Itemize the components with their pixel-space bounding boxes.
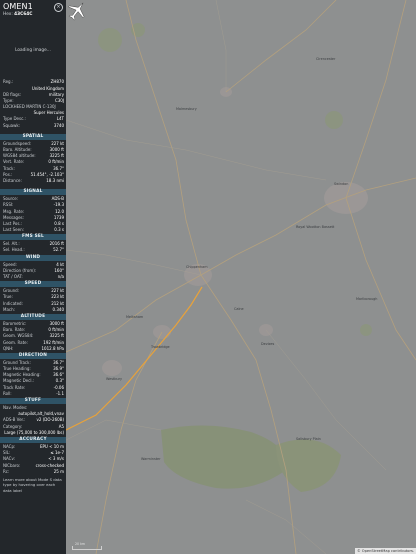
accuracy-field-label[interactable]: Rc:	[3, 469, 9, 475]
photo-loading-text: Loading image...	[15, 47, 51, 53]
basic-info-label[interactable]: Reg.:	[3, 79, 13, 85]
spatial-field-value: 18.3 nmi	[46, 177, 64, 183]
section-stuff: STUFF Nav. Modes: autopilot,alt_hold,vna…	[0, 398, 66, 436]
hex-label: Hex:	[3, 12, 13, 17]
section-header-direction[interactable]: DIRECTION	[0, 352, 66, 359]
signal-field-label[interactable]: Last Seen:	[3, 227, 24, 233]
aircraft-marker-icon[interactable]	[66, 0, 88, 22]
basic-info-value: C30J	[54, 97, 64, 103]
section-spatial: SPATIAL Groundspeed: 227 kt Baro. Altitude…	[0, 133, 66, 184]
aircraft-info-sidebar: OMEN1 Hex: 43C64C × Loading image... Reg…	[0, 0, 66, 554]
basic-info-label[interactable]: Squawk:	[3, 123, 20, 129]
close-icon[interactable]: ×	[54, 3, 63, 12]
hex-value[interactable]: 43C64C	[14, 12, 32, 17]
place-label: Westbury	[106, 377, 122, 381]
section-header-spatial[interactable]: SPATIAL	[0, 133, 66, 140]
scale-label: 20 km	[75, 542, 86, 546]
section-header-altitude[interactable]: ALTITUDE	[0, 313, 66, 320]
place-label: Devizes	[261, 342, 275, 346]
section-fms-sel: FMS SEL Sel. Alt.: 2016 ft Sel. Head.: 52.7…	[0, 234, 66, 253]
altitude-field-row: QNH: 1012.8 hPa	[0, 346, 66, 352]
place-label: Marlborough	[356, 297, 377, 301]
fms-field-row: Sel. Head.: 52.7°	[0, 247, 66, 253]
section-altitude: ALTITUDE Barometric: 3000 ft Baro. Rate: 0 …	[0, 313, 66, 352]
section-header-accuracy[interactable]: ACCURACY	[0, 436, 66, 443]
section-direction: DIRECTION Ground Track: 36.7° True Heading…	[0, 352, 66, 397]
section-header-signal[interactable]: SIGNAL	[0, 189, 66, 196]
place-label: Salisbury Plain	[296, 437, 321, 441]
direction-field-row: Roll: -1.1	[0, 391, 66, 397]
section-signal: SIGNAL Source: ADS-B RSSI: -19.3 Msg. Rate: 1…	[0, 189, 66, 233]
section-speed: SPEED Ground: 227 kt True: 223 kt Indicated:…	[0, 281, 66, 313]
direction-field-label[interactable]: Roll:	[3, 391, 12, 397]
hex-line: Hex: 43C64C	[3, 12, 63, 19]
map-scale-bar: 20 km	[72, 542, 102, 550]
place-label: Chippenham	[186, 265, 208, 269]
map-view[interactable]: Swindon Royal Wootton Bassett Chippenham…	[66, 0, 416, 554]
map-canvas[interactable]: Swindon Royal Wootton Bassett Chippenham…	[66, 0, 416, 554]
category-description: Large (75,000 to 300,000 lbs)	[4, 429, 64, 435]
speed-field-value: 0.340	[52, 306, 64, 312]
wind-field-row: TAT / OAT: n/a	[0, 274, 66, 280]
accuracy-field-value: 25 m	[53, 468, 64, 474]
place-label: Swindon	[334, 182, 348, 186]
altitude-field-value: 1012.8 hPa	[41, 345, 65, 351]
fms-field-value: 52.7°	[53, 247, 64, 253]
speed-field-label[interactable]: Mach:	[3, 307, 15, 313]
section-header-fms-sel[interactable]: FMS SEL	[0, 234, 66, 241]
direction-field-value: -1.1	[56, 390, 64, 396]
place-label: Trowbridge	[150, 345, 170, 349]
place-label: Royal Wootton Bassett	[296, 225, 335, 229]
basic-info: Reg.: ZH870 United Kingdom DB flags: militar…	[0, 79, 66, 129]
help-footer-text: Learn more about Mode S data type by hov…	[3, 476, 62, 493]
wind-field-label[interactable]: TAT / OAT:	[3, 274, 23, 280]
place-label: Calne	[234, 307, 244, 311]
map-attribution[interactable]: © OpenStreetMap contributors.	[355, 548, 416, 554]
section-wind: WIND Speed: 4 kt Direction (from): 160° TAT …	[0, 254, 66, 281]
section-header-stuff[interactable]: STUFF	[0, 398, 66, 404]
section-header-wind[interactable]: WIND	[0, 254, 66, 261]
section-accuracy: ACCURACY NACp: EPU < 10 m SIL: ≤ 1e-7 NACv: <…	[0, 436, 66, 475]
fms-field-label[interactable]: Sel. Head.:	[3, 247, 25, 253]
signal-field-value: 0.3 s	[54, 227, 64, 233]
spatial-field-label[interactable]: Distance:	[3, 178, 22, 184]
basic-info-value: 3740	[53, 122, 64, 128]
place-label: Warminster	[141, 457, 161, 461]
place-label: Malmesbury	[176, 107, 197, 111]
place-label: Melksham	[126, 315, 144, 319]
signal-field-row: Last Seen: 0.3 s	[0, 227, 66, 233]
section-header-speed[interactable]: SPEED	[0, 281, 66, 288]
speed-field-row: Mach: 0.340	[0, 307, 66, 313]
altitude-field-label[interactable]: QNH:	[3, 346, 14, 352]
place-label: Cirencester	[316, 57, 336, 61]
stuff-field-value: A5	[58, 423, 64, 429]
wind-field-value: n/a	[57, 274, 64, 279]
stuff-field-label[interactable]: Category:	[3, 424, 22, 430]
